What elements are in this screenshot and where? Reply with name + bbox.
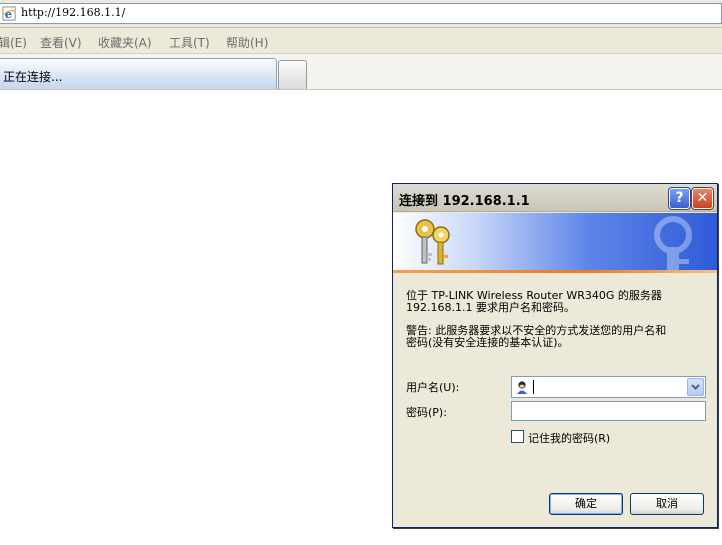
address-url: http://192.168.1.1/	[21, 6, 126, 19]
remember-password-label[interactable]: 记住我的密码(R)	[528, 430, 610, 446]
menu-view[interactable]: 查看(V)	[40, 34, 82, 51]
svg-text:e: e	[5, 7, 12, 21]
new-tab-button[interactable]	[278, 60, 307, 89]
close-button[interactable]: ✕	[691, 187, 714, 210]
dialog-titlebar[interactable]: 连接到 192.168.1.1 ? ✕	[393, 184, 717, 212]
address-bar: e http://192.168.1.1/	[0, 0, 722, 28]
menu-edit[interactable]: 辑(E)	[0, 34, 27, 51]
dialog-banner	[393, 213, 717, 270]
menu-help[interactable]: 帮助(H)	[226, 34, 268, 51]
help-button[interactable]: ?	[668, 187, 691, 210]
security-warning: 警告: 此服务器要求以不安全的方式发送您的用户名和 密码(没有安全连接的基本认证…	[406, 324, 667, 349]
server-message: 位于 TP-LINK Wireless Router WR340G 的服务器 1…	[406, 289, 662, 314]
banner-decoration	[654, 216, 692, 270]
tab-label: 正在连接...	[3, 70, 63, 84]
dialog-title: 连接到 192.168.1.1	[399, 194, 530, 209]
menu-bar: 辑(E) 查看(V) 收藏夹(A) 工具(T) 帮助(H)	[0, 28, 722, 54]
cancel-button[interactable]: 取消	[630, 493, 704, 515]
banner-accent-line	[393, 270, 717, 273]
ie-page-icon: e	[2, 6, 16, 21]
chevron-down-icon	[691, 384, 700, 390]
auth-dialog: 连接到 192.168.1.1 ? ✕ 位于 TP-LINK Wireless …	[392, 183, 718, 528]
remember-password-checkbox[interactable]	[511, 430, 524, 443]
user-icon	[517, 381, 527, 394]
username-dropdown-button[interactable]	[687, 378, 704, 396]
tab-bar: 正在连接...	[0, 54, 722, 90]
username-combobox[interactable]	[511, 376, 706, 398]
password-label: 密码(P):	[406, 406, 447, 419]
ok-button[interactable]: 确定	[549, 493, 623, 515]
password-field[interactable]	[511, 401, 706, 421]
username-label: 用户名(U):	[406, 381, 460, 394]
menu-tools[interactable]: 工具(T)	[169, 34, 210, 51]
keys-icon	[415, 219, 450, 265]
menu-favorites[interactable]: 收藏夹(A)	[98, 34, 152, 51]
tab-connecting[interactable]: 正在连接...	[0, 58, 277, 89]
address-field[interactable]: e http://192.168.1.1/	[0, 3, 722, 24]
text-caret	[533, 380, 534, 394]
